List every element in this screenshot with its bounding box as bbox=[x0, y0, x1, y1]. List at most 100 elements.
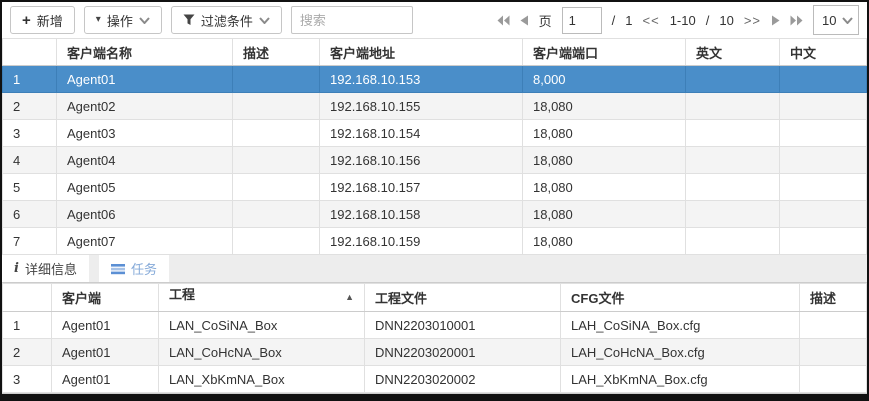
row-number-cell: 3 bbox=[2, 119, 57, 147]
caret-down-icon: ▾ bbox=[95, 14, 101, 25]
page-label: 页 bbox=[538, 13, 552, 29]
row-number-cell: 2 bbox=[2, 92, 57, 120]
page-number-input[interactable] bbox=[561, 6, 602, 34]
table-row[interactable]: 7 Agent07 192.168.10.159 18,080 bbox=[2, 227, 867, 255]
task-list-icon bbox=[110, 263, 125, 274]
cell-port: 18,080 bbox=[522, 200, 686, 228]
cell-addr: 192.168.10.153 bbox=[319, 65, 523, 93]
cell-project: LAN_XbKmNA_Box bbox=[158, 365, 365, 393]
row-number-cell: 2 bbox=[2, 338, 52, 366]
table-row[interactable]: 6 Agent06 192.168.10.158 18,080 bbox=[2, 200, 867, 228]
cell-addr: 192.168.10.155 bbox=[319, 92, 523, 120]
cell-port: 8,000 bbox=[522, 65, 686, 93]
cell-name: Agent04 bbox=[56, 146, 233, 174]
cell-addr: 192.168.10.157 bbox=[319, 173, 523, 201]
cell-en bbox=[685, 200, 780, 228]
column-header-cfg-file[interactable]: CFG文件 bbox=[560, 283, 800, 312]
app-window: + 新增 ▾ 操作 过滤条件 页 / 1 bbox=[0, 0, 869, 401]
filter-button-label: 过滤条件 bbox=[200, 13, 253, 29]
cell-client: Agent01 bbox=[51, 365, 159, 393]
next-page-button[interactable] bbox=[771, 15, 780, 26]
column-header-project-file[interactable]: 工程文件 bbox=[364, 283, 561, 312]
page-separator: / bbox=[611, 12, 616, 28]
cell-zh bbox=[779, 146, 867, 174]
cell-client: Agent01 bbox=[51, 338, 159, 366]
cell-desc bbox=[799, 311, 867, 339]
cell-addr: 192.168.10.156 bbox=[319, 146, 523, 174]
row-number-header bbox=[2, 283, 52, 312]
range-next-button[interactable]: >> bbox=[744, 13, 761, 28]
cell-zh bbox=[779, 92, 867, 120]
cell-zh bbox=[779, 200, 867, 228]
column-header-project[interactable]: 工程 ▲ bbox=[158, 283, 365, 312]
detail-tabbar: i 详细信息 任务 bbox=[2, 255, 867, 283]
add-button[interactable]: + 新增 bbox=[10, 6, 75, 34]
cell-desc bbox=[232, 200, 320, 228]
column-header-client-name[interactable]: 客户端名称 bbox=[56, 38, 233, 66]
table-row[interactable]: 3 Agent03 192.168.10.154 18,080 bbox=[2, 119, 867, 147]
table-row[interactable]: 4 Agent04 192.168.10.156 18,080 bbox=[2, 146, 867, 174]
cell-project_file: DNN2203020001 bbox=[364, 338, 561, 366]
table-row[interactable]: 2 Agent02 192.168.10.155 18,080 bbox=[2, 92, 867, 120]
cell-desc bbox=[232, 173, 320, 201]
toolbar: + 新增 ▾ 操作 过滤条件 页 / 1 bbox=[2, 2, 867, 38]
tab-tasks[interactable]: 任务 bbox=[98, 255, 169, 282]
cell-addr: 192.168.10.158 bbox=[319, 200, 523, 228]
cell-project_file: DNN2203020002 bbox=[364, 365, 561, 393]
column-header-chinese[interactable]: 中文 bbox=[779, 38, 867, 66]
table-row[interactable]: 3 Agent01 LAN_XbKmNA_Box DNN2203020002 LAH_X… bbox=[2, 365, 867, 393]
column-header-client[interactable]: 客户端 bbox=[51, 283, 159, 312]
action-button-label: 操作 bbox=[106, 13, 133, 29]
cell-port: 18,080 bbox=[522, 227, 686, 255]
cell-en bbox=[685, 92, 780, 120]
column-header-client-address[interactable]: 客户端地址 bbox=[319, 38, 523, 66]
tasks-table: 客户端 工程 ▲ 工程文件 CFG文件 描述 1 Agent01 LAN_CoSiN… bbox=[2, 283, 867, 393]
add-button-label: 新增 bbox=[36, 13, 63, 29]
cell-cfg_file: LAH_CoSiNA_Box.cfg bbox=[560, 311, 800, 339]
prev-page-button[interactable] bbox=[520, 15, 529, 26]
cell-name: Agent07 bbox=[56, 227, 233, 255]
tab-details[interactable]: i 详细信息 bbox=[2, 255, 89, 282]
column-header-client-port[interactable]: 客户端端口 bbox=[522, 38, 686, 66]
first-page-button[interactable] bbox=[497, 15, 510, 26]
filter-dropdown-button[interactable]: 过滤条件 bbox=[170, 6, 282, 34]
column-header-description[interactable]: 描述 bbox=[232, 38, 320, 66]
search-input[interactable] bbox=[290, 6, 413, 34]
cell-port: 18,080 bbox=[522, 119, 686, 147]
cell-name: Agent02 bbox=[56, 92, 233, 120]
cell-name: Agent05 bbox=[56, 173, 233, 201]
tab-details-label: 详细信息 bbox=[24, 262, 77, 277]
cell-desc bbox=[232, 65, 320, 93]
row-number-cell: 1 bbox=[2, 311, 52, 339]
row-number-cell: 5 bbox=[2, 173, 57, 201]
cell-zh bbox=[779, 119, 867, 147]
chevron-down-icon bbox=[259, 16, 270, 24]
table-row[interactable]: 1 Agent01 192.168.10.153 8,000 bbox=[2, 65, 867, 93]
cell-zh bbox=[779, 227, 867, 255]
cell-name: Agent06 bbox=[56, 200, 233, 228]
chevron-down-icon bbox=[139, 16, 150, 24]
page-size-select[interactable]: 10 bbox=[813, 5, 859, 35]
cell-port: 18,080 bbox=[522, 146, 686, 174]
cell-desc bbox=[232, 119, 320, 147]
column-header-description[interactable]: 描述 bbox=[799, 283, 867, 312]
table-row[interactable]: 5 Agent05 192.168.10.157 18,080 bbox=[2, 173, 867, 201]
cell-desc bbox=[232, 227, 320, 255]
row-number-cell: 7 bbox=[2, 227, 57, 255]
cell-desc bbox=[232, 146, 320, 174]
cell-desc bbox=[799, 365, 867, 393]
cell-zh bbox=[779, 65, 867, 93]
column-header-english[interactable]: 英文 bbox=[685, 38, 780, 66]
chevron-down-icon bbox=[842, 16, 853, 24]
range-prev-button[interactable]: << bbox=[643, 13, 660, 28]
cell-project: LAN_CoSiNA_Box bbox=[158, 311, 365, 339]
row-number-cell: 6 bbox=[2, 200, 57, 228]
cell-desc bbox=[232, 92, 320, 120]
action-dropdown-button[interactable]: ▾ 操作 bbox=[83, 6, 162, 34]
tab-tasks-label: 任务 bbox=[130, 262, 157, 277]
sort-ascending-icon: ▲ bbox=[345, 292, 354, 302]
last-page-button[interactable] bbox=[790, 15, 803, 26]
table-row[interactable]: 1 Agent01 LAN_CoSiNA_Box DNN2203010001 LAH_C… bbox=[2, 311, 867, 339]
cell-addr: 192.168.10.159 bbox=[319, 227, 523, 255]
table-row[interactable]: 2 Agent01 LAN_CoHcNA_Box DNN2203020001 LAH_C… bbox=[2, 338, 867, 366]
